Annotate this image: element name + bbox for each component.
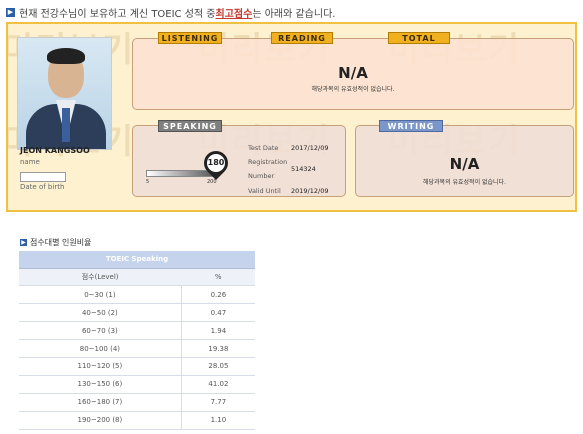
percent-cell: 41.02: [181, 375, 255, 394]
column-header-percent: %: [181, 268, 255, 287]
percent-cell: 1.10: [181, 411, 255, 430]
table-row: 0~30 (1) 0.26: [19, 285, 255, 305]
intro-suffix: 는 아래와 같습니다.: [252, 9, 336, 20]
level-cell: 190~200 (8): [19, 411, 182, 430]
percent-cell: 0.47: [181, 303, 255, 323]
test-date-label: Test Date: [248, 144, 279, 152]
valid-until-label: Valid Until: [248, 187, 281, 195]
score-card: 미리보기 미리보기 미리보기 미리보기 미리보기 미리보기 JEON KANGS…: [6, 22, 577, 212]
speaking-score-bar: [146, 170, 216, 177]
table-row: 80~100 (4) 19.38: [19, 339, 255, 358]
distribution-title: ▶ 점수대별 인원비율: [20, 237, 91, 248]
tab-reading: READING: [271, 32, 333, 44]
column-header-level: 점수(Level): [19, 268, 182, 287]
level-cell: 60~70 (3): [19, 321, 182, 341]
registration-label: Registration: [248, 158, 288, 166]
table-title: TOEIC Speaking: [19, 251, 255, 269]
registration-number-value: 514324: [291, 165, 316, 173]
distribution-title-text: 점수대별 인원비율: [30, 238, 92, 247]
table-row: 190~200 (8) 1.10: [19, 411, 255, 430]
chevron-right-icon: ▶: [20, 239, 27, 246]
tab-listening: LISTENING: [158, 32, 222, 44]
name-label: name: [20, 158, 40, 166]
percent-cell: 28.05: [181, 357, 255, 376]
writing-score-value: N/A: [449, 155, 480, 173]
registration-number-label: Number: [248, 172, 275, 180]
level-cell: 80~100 (4): [19, 339, 182, 358]
percent-cell: 7.77: [181, 393, 255, 412]
valid-until-value: 2019/12/09: [291, 187, 329, 195]
speaking-score-value: 180: [207, 154, 225, 172]
toeic-score-note: 해당과목의 유효성적이 없습니다.: [311, 86, 395, 93]
table-row: 160~180 (7) 7.77: [19, 393, 255, 412]
tab-total: TOTAL: [388, 32, 450, 44]
tab-speaking: SPEAKING: [158, 120, 222, 132]
table-row: 40~50 (2) 0.47: [19, 303, 255, 323]
level-cell: 160~180 (7): [19, 393, 182, 412]
level-cell: 0~30 (1): [19, 285, 182, 305]
writing-score-note: 해당과목의 유효성적이 없습니다.: [422, 179, 506, 186]
dob-label: Date of birth: [20, 183, 65, 191]
percent-cell: 0.26: [181, 285, 255, 305]
date-of-birth-value: [20, 172, 66, 182]
table-row: 130~150 (6) 41.02: [19, 375, 255, 394]
level-cell: 110~120 (5): [19, 357, 182, 376]
table-row: 60~70 (3) 1.94: [19, 321, 255, 341]
tab-writing: WRITING: [379, 120, 443, 132]
percent-cell: 1.94: [181, 321, 255, 341]
intro-prefix: 현재 전강수님이 보유하고 계신 TOEIC 성적 중: [19, 9, 216, 20]
level-cell: 130~150 (6): [19, 375, 182, 394]
toeic-score-value: N/A: [338, 64, 368, 82]
candidate-name: JEON KANGSOO: [20, 146, 90, 155]
intro-text: ▶ 현재 전강수님이 보유하고 계신 TOEIC 성적 중 최고점수 는 아래와…: [6, 5, 335, 20]
score-bar-min: 5: [146, 179, 150, 185]
level-cell: 40~50 (2): [19, 303, 182, 323]
score-distribution-table: TOEIC Speaking 점수(Level) % 0~30 (1) 0.26…: [19, 251, 255, 430]
profile-photo: [17, 37, 112, 150]
chevron-right-icon: ▶: [6, 8, 15, 17]
percent-cell: 19.38: [181, 339, 255, 358]
test-date-value: 2017/12/09: [291, 144, 329, 152]
table-row: 110~120 (5) 28.05: [19, 357, 255, 376]
intro-highlight: 최고점수: [215, 9, 253, 20]
